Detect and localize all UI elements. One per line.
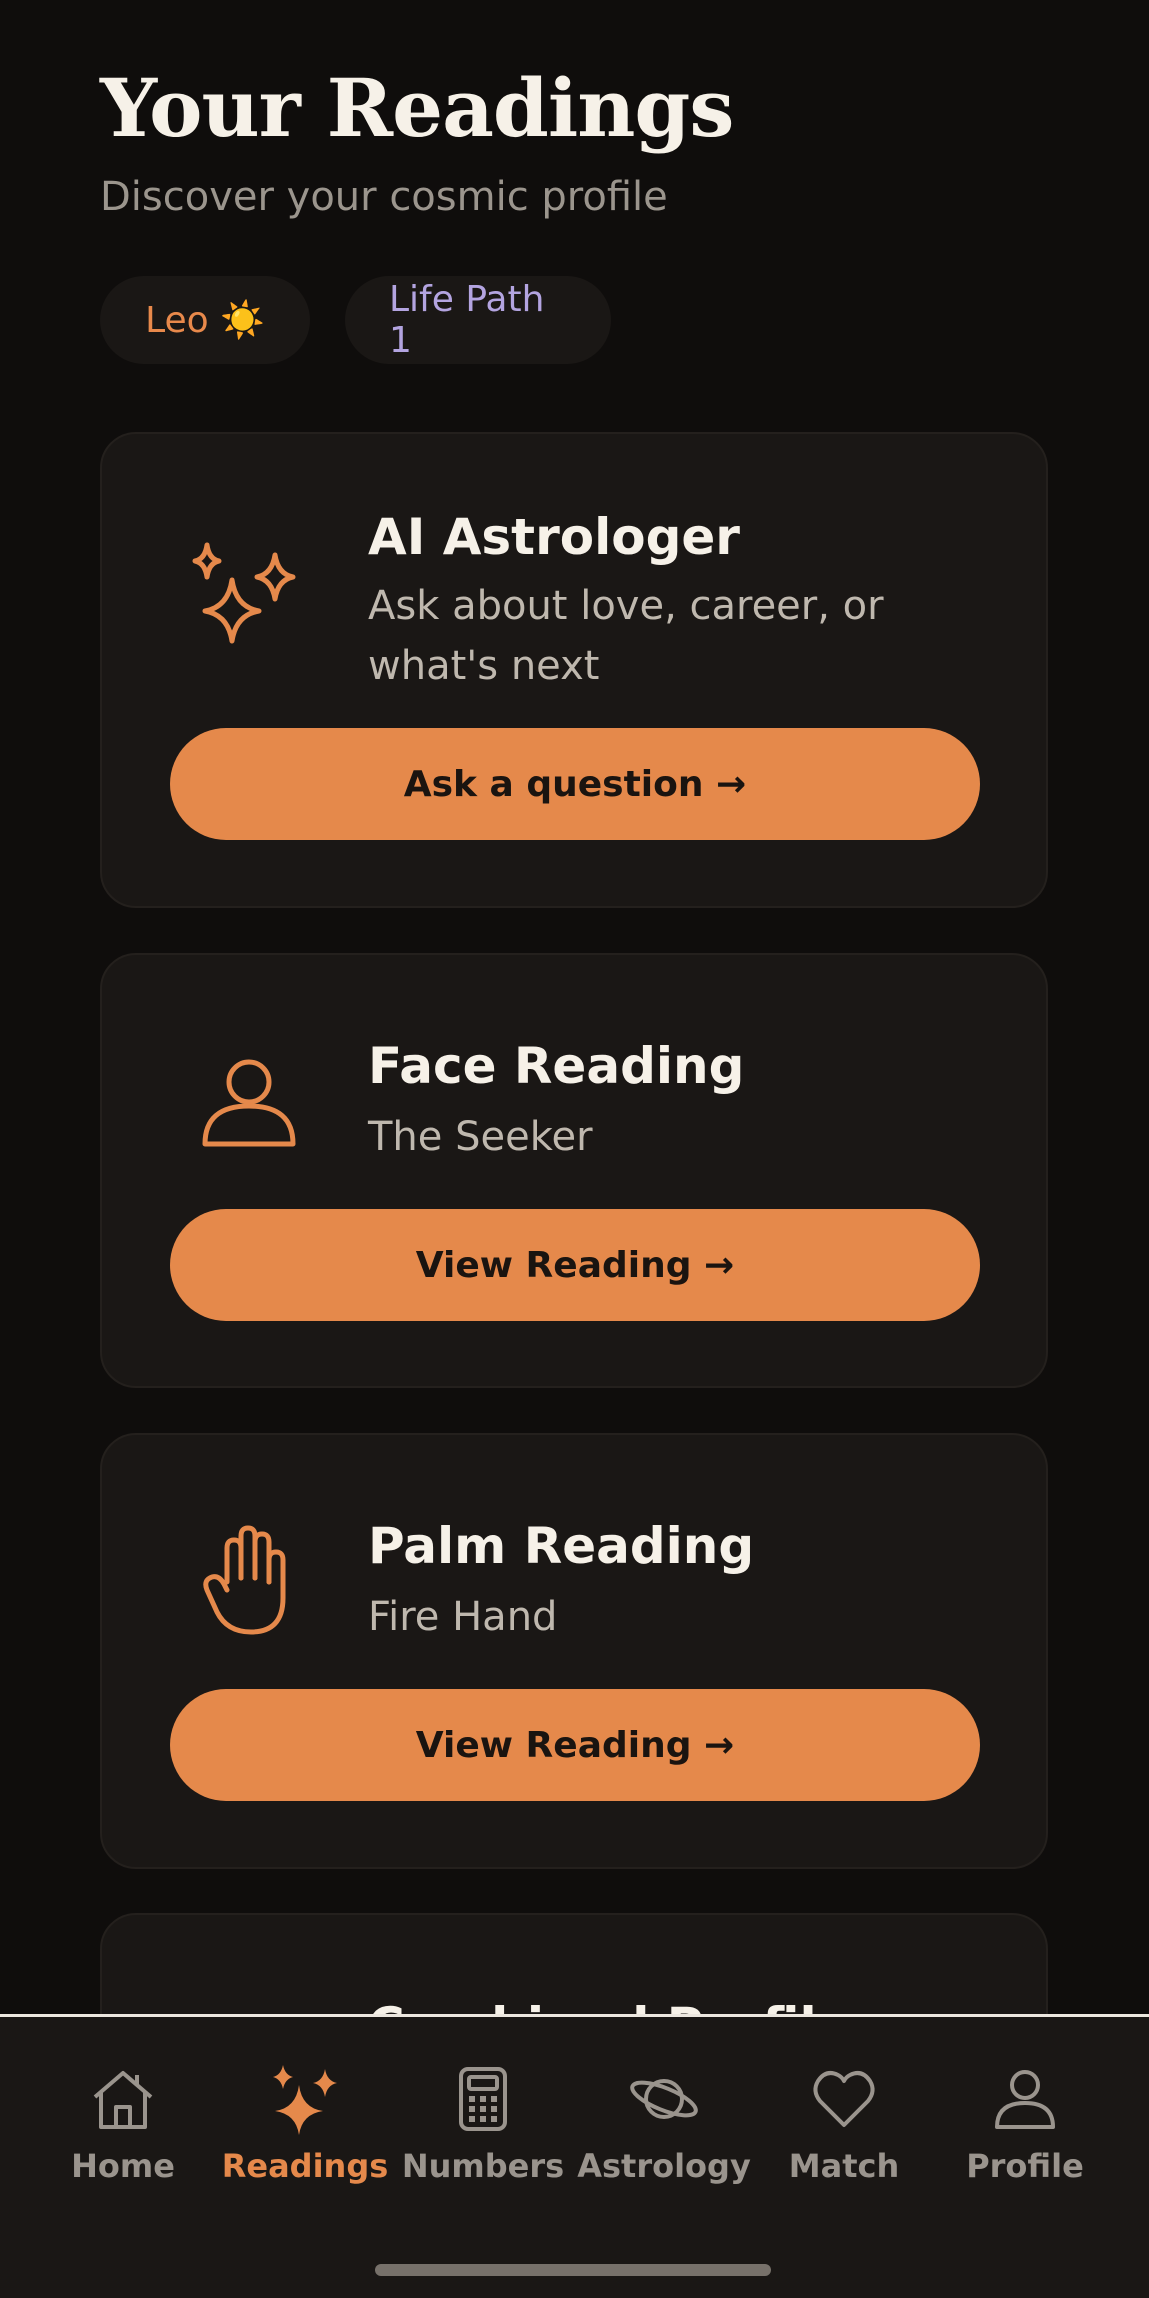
hand-icon [182, 1515, 312, 1645]
life-path-chip[interactable]: Life Path 1 [345, 276, 611, 364]
calculator-icon [459, 2067, 507, 2131]
planet-icon [630, 2079, 698, 2119]
tab-home[interactable]: Home [33, 2063, 213, 2203]
card-title: Palm Reading [368, 1517, 755, 1575]
card-description: The Seeker [368, 1114, 593, 1160]
tab-profile[interactable]: Profile [935, 2063, 1115, 2203]
heart-icon [813, 2071, 875, 2127]
home-icon [93, 2071, 153, 2129]
tab-label: Home [71, 2147, 175, 2185]
ai-astrologer-card[interactable]: AI Astrologer Ask about love, career, or… [100, 432, 1048, 908]
tab-match[interactable]: Match [754, 2063, 934, 2203]
tab-astrology[interactable]: Astrology [574, 2063, 754, 2203]
person-icon [182, 1037, 312, 1167]
tab-label: Readings [221, 2147, 389, 2185]
tab-label: Profile [966, 2147, 1084, 2185]
page-subtitle: Discover your cosmic profile [100, 174, 668, 220]
tab-label: Numbers [401, 2147, 565, 2185]
palm-reading-card[interactable]: Palm Reading Fire Hand View Reading → [100, 1433, 1048, 1869]
card-title: AI Astrologer [368, 508, 740, 566]
sparkles-icon [273, 2065, 337, 2135]
page-title: Your Readings [100, 61, 734, 155]
tab-readings[interactable]: Readings [215, 2063, 395, 2203]
sparkles-icon [182, 530, 312, 660]
bottom-tab-bar: Home Readings Numbers Astrology Match Pr… [0, 2014, 1149, 2298]
view-face-reading-button[interactable]: View Reading → [170, 1209, 980, 1321]
person-icon [995, 2070, 1055, 2129]
card-title: Face Reading [368, 1037, 745, 1095]
card-description: Ask about love, career, or what's next [368, 583, 884, 689]
card-description: Fire Hand [368, 1594, 558, 1640]
tab-label: Astrology [577, 2147, 751, 2185]
tab-label: Match [788, 2147, 900, 2185]
home-indicator[interactable] [375, 2264, 771, 2276]
sun-sign-chip[interactable]: Leo ☀️ [100, 276, 310, 364]
tab-numbers[interactable]: Numbers [393, 2063, 573, 2203]
ask-question-button[interactable]: Ask a question → [170, 728, 980, 840]
view-palm-reading-button[interactable]: View Reading → [170, 1689, 980, 1801]
face-reading-card[interactable]: Face Reading The Seeker View Reading → [100, 953, 1048, 1388]
